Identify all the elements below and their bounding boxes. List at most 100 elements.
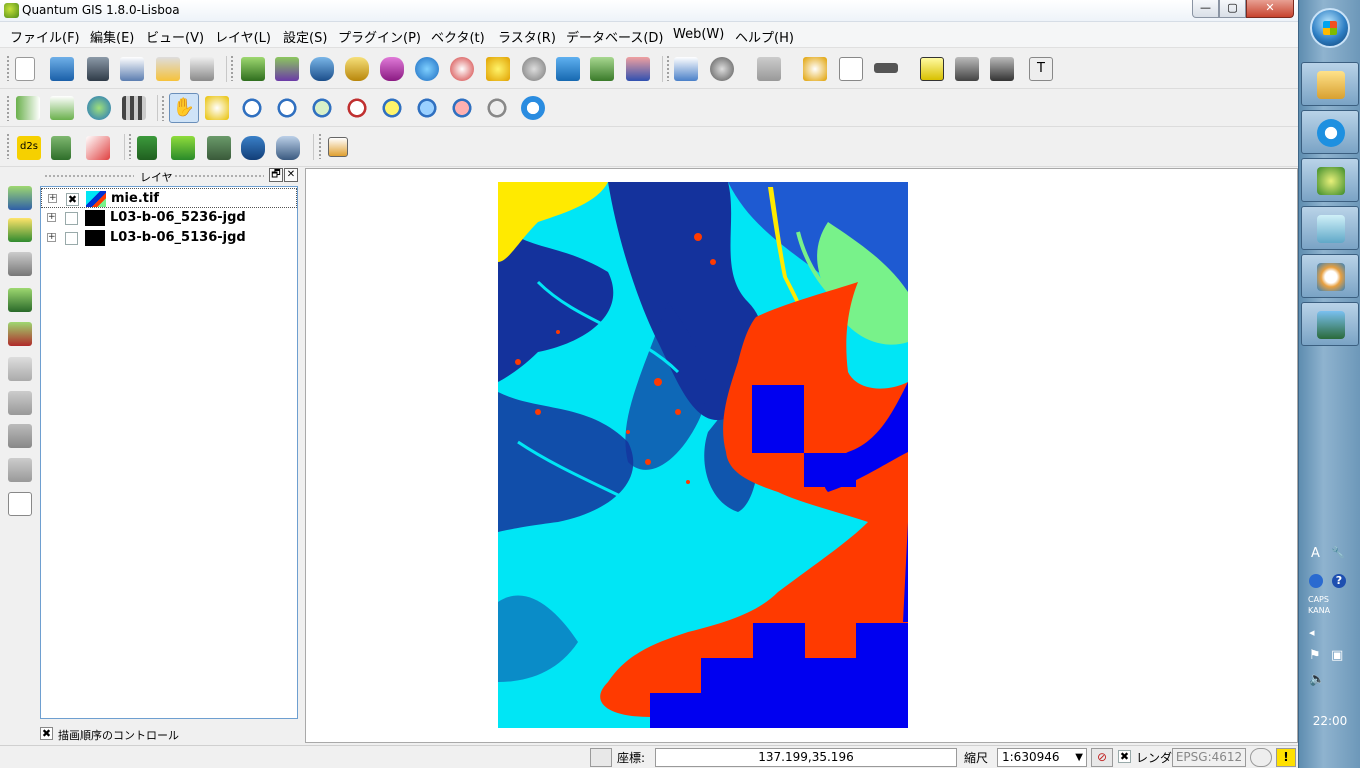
add-csv-icon[interactable]	[590, 57, 614, 81]
add-wfs-icon[interactable]	[8, 391, 32, 415]
zoom-native-icon[interactable]	[415, 96, 439, 120]
network-icon[interactable]: ▣	[1331, 648, 1343, 663]
layer-row[interactable]: + L03-b-06_5236-jgd	[41, 208, 297, 228]
raster-calculator-icon[interactable]	[122, 96, 146, 120]
action-center-flag-icon[interactable]: ⚑	[1309, 648, 1321, 663]
d2s-icon[interactable]: d2s	[17, 136, 41, 160]
volume-icon[interactable]: 🔈	[1309, 672, 1325, 687]
add-raster-layer-icon[interactable]	[275, 57, 299, 81]
zoom-last-icon[interactable]	[450, 96, 474, 120]
map-canvas[interactable]	[305, 168, 1298, 743]
crs-status-icon[interactable]	[1250, 748, 1272, 767]
close-button[interactable]: ✕	[1246, 0, 1294, 18]
add-delimited-text-icon[interactable]	[556, 57, 580, 81]
layer-visibility-checkbox[interactable]: ✖	[66, 193, 79, 206]
scale-dropdown-arrow[interactable]: ▼	[1075, 749, 1083, 766]
add-spatialite-icon[interactable]	[8, 322, 32, 346]
expand-icon[interactable]: +	[47, 233, 56, 242]
add-vector-layer-icon[interactable]	[241, 57, 265, 81]
save-as-icon[interactable]	[120, 57, 144, 81]
toggle-coord-icon[interactable]	[590, 748, 612, 767]
maximize-button[interactable]: ▢	[1219, 0, 1246, 18]
pan-icon[interactable]: ✋	[169, 93, 199, 123]
add-gps-icon[interactable]	[626, 57, 650, 81]
postgis-icon[interactable]	[241, 136, 265, 160]
action-icon[interactable]	[710, 57, 734, 81]
add-wfs-layer-icon[interactable]	[450, 57, 474, 81]
coord-field[interactable]: 137.199,35.196	[655, 748, 957, 767]
digitize-icon[interactable]	[137, 136, 157, 160]
vertex-tool-icon[interactable]	[86, 136, 110, 160]
layer-visibility-checkbox[interactable]	[65, 212, 78, 225]
toolbar-grip[interactable]	[161, 95, 165, 121]
zoom-out-icon[interactable]	[275, 96, 299, 120]
histogram-stretch-icon[interactable]	[16, 96, 40, 120]
georeferencer-icon[interactable]	[171, 136, 195, 160]
image-icon[interactable]	[207, 136, 231, 160]
toolbar-grip[interactable]	[318, 133, 322, 159]
open-project-icon[interactable]	[50, 57, 74, 81]
layer-properties-icon[interactable]	[8, 492, 32, 516]
zoom-next-icon[interactable]	[485, 96, 509, 120]
zoom-to-selection-icon[interactable]	[345, 96, 369, 120]
menu-layer[interactable]: レイヤ(L)	[215, 27, 271, 46]
remove-icon[interactable]	[8, 252, 32, 276]
help-icon[interactable]: ?	[1332, 574, 1346, 588]
menu-plugins[interactable]: プラグイン(P)	[338, 27, 421, 46]
add-wms-layer-icon[interactable]	[415, 57, 439, 81]
add-vector-icon[interactable]	[8, 186, 32, 210]
script-icon[interactable]	[328, 137, 348, 157]
add-feature-plugin-icon[interactable]	[51, 136, 71, 160]
composer-manager-icon[interactable]	[190, 57, 214, 81]
menu-edit[interactable]: 編集(E)	[90, 27, 134, 46]
ime-mode-icon[interactable]: A	[1311, 546, 1320, 561]
layer-visibility-checkbox[interactable]	[65, 232, 78, 245]
zoom-full-icon[interactable]	[310, 96, 334, 120]
close-panel-button[interactable]: ✕	[284, 168, 298, 182]
identify-icon[interactable]	[674, 57, 698, 81]
expand-icon[interactable]: +	[48, 194, 57, 203]
menu-web[interactable]: Web(W)	[673, 27, 724, 42]
toolbar-grip[interactable]	[6, 133, 10, 159]
zoom-in-icon[interactable]	[240, 96, 264, 120]
menu-vector[interactable]: ベクタ(t)	[431, 27, 485, 46]
taskbar-qgis[interactable]	[1301, 158, 1359, 202]
layer-row[interactable]: + L03-b-06_5136-jgd	[41, 228, 297, 248]
remove-layer-icon[interactable]	[522, 57, 546, 81]
save-project-icon[interactable]	[87, 57, 109, 81]
add-raster-icon[interactable]	[8, 218, 32, 242]
text-annotation-icon[interactable]: T	[1029, 57, 1053, 81]
add-wms-icon[interactable]	[8, 357, 32, 381]
measure-icon[interactable]	[874, 63, 898, 73]
deselect-icon[interactable]	[803, 57, 827, 81]
new-shapefile-icon[interactable]	[486, 57, 510, 81]
clock[interactable]: 22:00	[1299, 714, 1360, 728]
menu-file[interactable]: ファイル(F)	[10, 27, 80, 46]
new-project-icon[interactable]	[15, 57, 35, 81]
warning-icon[interactable]: !	[1276, 748, 1296, 767]
add-postgis-icon[interactable]	[8, 288, 32, 312]
map-tips-icon[interactable]	[920, 57, 944, 81]
layer-row[interactable]: + ✖ mie.tif	[41, 188, 297, 208]
render-order-checkbox[interactable]: ✖	[40, 727, 53, 740]
stop-render-icon[interactable]: ⊘	[1091, 748, 1113, 767]
select-icon[interactable]	[757, 57, 781, 81]
start-button[interactable]	[1310, 8, 1350, 48]
new-bookmark-icon[interactable]	[955, 57, 979, 81]
taskbar-photos[interactable]	[1301, 302, 1359, 346]
edit-icon[interactable]	[8, 424, 32, 448]
node-tool-icon[interactable]	[8, 458, 32, 482]
toolbar-grip[interactable]	[6, 55, 10, 81]
globe-icon[interactable]	[87, 96, 111, 120]
attribute-table-icon[interactable]	[839, 57, 863, 81]
toolbar-grip[interactable]	[6, 95, 10, 121]
render-checkbox[interactable]: ✖	[1118, 750, 1131, 763]
add-mssql-layer-icon[interactable]	[380, 57, 404, 81]
tray-expand-icon[interactable]: ◂	[1309, 626, 1315, 639]
refresh-icon[interactable]	[521, 96, 545, 120]
layer-tree[interactable]: + ✖ mie.tif + L03-b-06_5236-jgd + L03-b-…	[40, 186, 298, 719]
taskbar-explorer[interactable]	[1301, 62, 1359, 106]
menu-help[interactable]: ヘルプ(H)	[735, 27, 794, 46]
minimize-button[interactable]: —	[1192, 0, 1219, 18]
menu-settings[interactable]: 設定(S)	[283, 27, 327, 46]
